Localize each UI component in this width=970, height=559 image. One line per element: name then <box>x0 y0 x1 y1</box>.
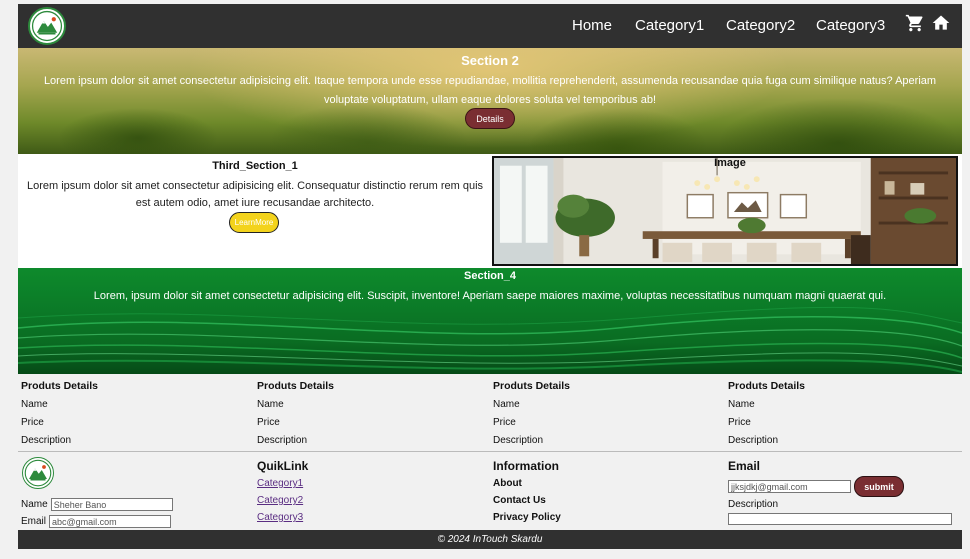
info-privacy-policy[interactable]: Privacy Policy <box>493 512 561 523</box>
product-description: Description <box>728 435 779 446</box>
quicklink-category2[interactable]: Category2 <box>257 495 303 506</box>
divider <box>18 451 962 452</box>
product-heading: Produts Details <box>728 380 806 392</box>
quicklink-category3[interactable]: Category3 <box>257 512 303 523</box>
mountain-logo-icon <box>31 10 63 42</box>
product-price: Price <box>493 417 516 428</box>
nav-category1[interactable]: Category1 <box>635 17 704 34</box>
description-label: Description <box>728 499 779 510</box>
quicklink-title: QuikLink <box>257 459 309 473</box>
section-4-title: Section_4 <box>464 270 516 282</box>
product-description: Description <box>21 435 72 446</box>
section-2-text: Lorem ipsum dolor sit amet consectetur a… <box>43 75 937 106</box>
product-heading: Produts Details <box>257 380 335 392</box>
section-4-text: Lorem, ipsum dolor sit amet consectetur … <box>93 290 887 302</box>
product-name: Name <box>728 399 755 410</box>
mountain-logo-icon <box>24 459 52 487</box>
product-card: Produts Details Name Price Description <box>21 374 251 446</box>
product-price: Price <box>728 417 751 428</box>
information-title: Information <box>493 459 559 473</box>
interior-image <box>492 156 958 266</box>
footer-logo[interactable] <box>22 457 54 489</box>
product-description: Description <box>493 435 544 446</box>
home-icon[interactable] <box>931 13 951 33</box>
shopping-cart-icon[interactable] <box>905 13 925 33</box>
green-waves-background <box>18 306 962 373</box>
third-section-title: Third_Section_1 <box>212 160 298 172</box>
product-card: Produts Details Name Price Description <box>257 374 487 446</box>
email-title: Email <box>728 459 761 473</box>
info-about[interactable]: About <box>493 478 522 489</box>
name-field[interactable] <box>50 498 173 511</box>
info-contact-us[interactable]: Contact Us <box>493 495 546 506</box>
product-name: Name <box>21 399 48 410</box>
submit-button[interactable]: submit <box>854 476 904 497</box>
section-2-title: Section 2 <box>461 53 519 68</box>
details-button[interactable]: Details <box>465 108 515 129</box>
learn-more-button[interactable]: LearnMore <box>229 212 279 233</box>
product-name: Name <box>257 399 284 410</box>
quicklink-category1[interactable]: Category1 <box>257 478 303 489</box>
email-label: Email <box>21 516 47 527</box>
section-4-banner: Section_4 Lorem, ipsum dolor sit amet co… <box>18 268 962 374</box>
third-section: Third_Section_1 Lorem ipsum dolor sit am… <box>18 154 962 268</box>
product-name: Name <box>493 399 520 410</box>
navbar: Home Category1 Category2 Category3 <box>18 4 962 48</box>
email-row: Email <box>21 515 172 528</box>
image-label: Image <box>714 157 746 169</box>
product-price: Price <box>21 417 44 428</box>
product-card: Produts Details Name Price Description <box>493 374 723 446</box>
newsletter-email-input[interactable] <box>728 480 851 493</box>
nav-home[interactable]: Home <box>572 17 612 34</box>
site-logo[interactable] <box>28 7 66 45</box>
product-card: Produts Details Name Price Description <box>728 374 958 446</box>
copyright-bar: © 2024 InTouch Skardu <box>18 530 962 549</box>
email-field[interactable] <box>49 515 172 528</box>
name-label: Name <box>21 499 48 510</box>
third-section-text: Lorem ipsum dolor sit amet consectetur a… <box>26 180 484 209</box>
product-price: Price <box>257 417 280 428</box>
nav-category3[interactable]: Category3 <box>816 17 885 34</box>
product-heading: Produts Details <box>21 380 99 392</box>
nav-category2[interactable]: Category2 <box>726 17 795 34</box>
product-heading: Produts Details <box>493 380 571 392</box>
description-textarea[interactable] <box>728 513 952 525</box>
section-2-banner: Section 2 Lorem ipsum dolor sit amet con… <box>18 48 962 154</box>
product-description: Description <box>257 435 308 446</box>
name-row: Name <box>21 498 173 511</box>
